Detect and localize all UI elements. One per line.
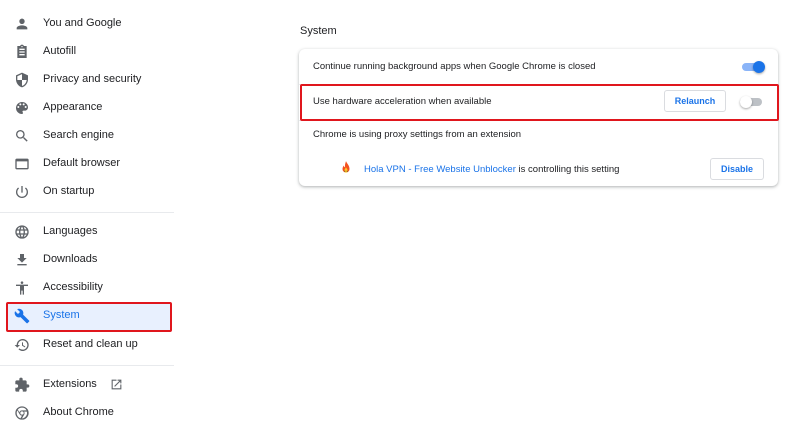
sidebar-item-label: Extensions <box>43 378 97 390</box>
sidebar-item-label: Appearance <box>43 101 103 113</box>
sidebar-item-extensions[interactable]: Extensions <box>6 371 172 399</box>
sidebar-item-appearance[interactable]: Appearance <box>6 94 172 122</box>
sidebar-item-default-browser[interactable]: Default browser <box>6 150 172 178</box>
download-icon <box>14 252 30 268</box>
sidebar-item-you-and-google[interactable]: You and Google <box>6 10 172 38</box>
sidebar-item-label: Autofill <box>43 45 77 57</box>
proxy-info-text: Chrome is using proxy settings from an e… <box>313 129 522 140</box>
sidebar-item-label: System <box>43 309 80 321</box>
palette-icon <box>14 100 30 116</box>
open-in-new-icon[interactable] <box>110 378 123 391</box>
background-apps-toggle[interactable] <box>742 61 765 73</box>
sidebar-item-reset-and-clean-up[interactable]: Reset and clean up <box>6 331 172 359</box>
sidebar-item-label: Privacy and security <box>43 73 142 85</box>
sidebar-item-label: Default browser <box>43 157 121 169</box>
browser-window-icon <box>14 156 30 172</box>
clipboard-icon <box>14 44 30 60</box>
chrome-icon <box>14 405 30 421</box>
wrench-icon <box>14 308 30 324</box>
hola-vpn-flame-icon <box>342 161 350 173</box>
sidebar-item-label: You and Google <box>43 17 122 29</box>
history-icon <box>14 337 30 353</box>
person-icon <box>14 16 30 32</box>
sidebar-item-languages[interactable]: Languages <box>6 218 172 246</box>
extension-link[interactable]: Hola VPN - Free Website Unblocker <box>364 164 516 175</box>
sidebar-item-privacy-and-security[interactable]: Privacy and security <box>6 66 172 94</box>
extension-control-suffix: is controlling this setting <box>515 164 620 175</box>
toggle-knob <box>753 61 765 73</box>
sidebar-item-downloads[interactable]: Downloads <box>6 246 172 274</box>
sidebar-divider <box>0 212 174 213</box>
sidebar-item-search-engine[interactable]: Search engine <box>6 122 172 150</box>
setting-label: Continue running background apps when Go… <box>313 61 596 72</box>
sidebar-item-accessibility[interactable]: Accessibility <box>6 274 172 302</box>
shield-icon <box>14 72 30 88</box>
power-icon <box>14 184 30 200</box>
puzzle-icon <box>14 377 30 393</box>
sidebar-item-about-chrome[interactable]: About Chrome <box>6 399 172 427</box>
section-title: System <box>300 25 337 37</box>
sidebar-item-label: Accessibility <box>43 281 103 293</box>
sidebar-item-label: Reset and clean up <box>43 338 138 350</box>
setting-row-background-apps[interactable]: Continue running background apps when Go… <box>299 49 778 84</box>
sidebar-item-on-startup[interactable]: On startup <box>6 178 172 206</box>
sidebar-item-label: On startup <box>43 185 95 197</box>
settings-sidebar: You and Google Autofill Privacy and secu… <box>0 0 178 439</box>
sidebar-item-system[interactable]: System <box>6 302 172 332</box>
sidebar-item-label: Languages <box>43 225 98 237</box>
sidebar-item-label: Downloads <box>43 253 98 265</box>
accessibility-icon <box>14 280 30 296</box>
globe-icon <box>14 224 30 240</box>
sidebar-item-label: Search engine <box>43 129 114 141</box>
search-icon <box>14 128 30 144</box>
extension-control-text: Hola VPN - Free Website Unblocker is con… <box>364 164 619 175</box>
sidebar-item-label: About Chrome <box>43 406 114 418</box>
sidebar-divider <box>0 365 174 366</box>
sidebar-item-autofill[interactable]: Autofill <box>6 38 172 66</box>
setting-row-proxy: Chrome is using proxy settings from an e… <box>299 121 778 186</box>
hardware-acceleration-highlight <box>300 84 779 121</box>
disable-extension-button[interactable]: Disable <box>710 158 764 180</box>
